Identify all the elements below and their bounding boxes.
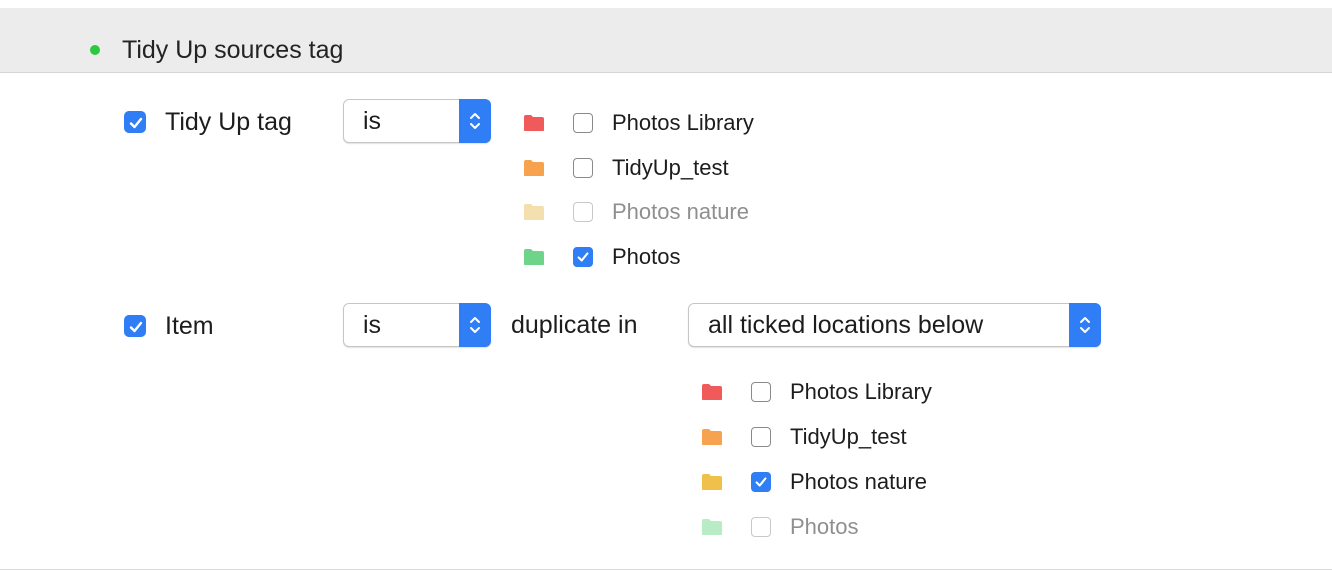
location-label: Photos Library <box>612 110 754 135</box>
location-label: TidyUp_test <box>612 154 729 180</box>
location-checkbox <box>573 202 593 222</box>
chevron-updown-icon <box>1080 317 1090 333</box>
rule1-checkbox[interactable] <box>124 111 146 133</box>
location-checkbox <box>751 517 771 537</box>
folder-icon <box>702 429 722 445</box>
rule2-scope-value: all ticked locations below <box>708 311 984 339</box>
rule1-operator-popup[interactable]: is <box>343 99 491 143</box>
location-checkbox[interactable] <box>573 246 593 267</box>
section-header: Tidy Up sources tag <box>0 8 1332 73</box>
location-label: Photos Library <box>790 379 932 404</box>
rule2-operator-value: is <box>363 311 382 339</box>
duplicate-in-label: duplicate in <box>511 311 638 339</box>
checkmark-icon <box>577 251 589 262</box>
folder-icon <box>702 474 722 490</box>
rule1-label: Tidy Up tag <box>165 108 292 136</box>
section-title: Tidy Up sources tag <box>122 36 344 64</box>
folder-icon <box>702 384 722 400</box>
location-label: Photos <box>790 514 859 539</box>
popup-stepper <box>459 303 491 347</box>
location-checkbox[interactable] <box>751 427 771 447</box>
folder-icon <box>524 159 544 176</box>
location-label: Photos nature <box>612 199 749 224</box>
popup-stepper <box>1069 303 1101 347</box>
rule2-scope-popup[interactable]: all ticked locations below <box>688 303 1101 347</box>
rule1-operator-value: is <box>363 107 382 135</box>
folder-icon <box>702 519 722 535</box>
folder-icon <box>524 115 544 131</box>
location-checkbox[interactable] <box>751 472 771 492</box>
rule2-checkbox[interactable] <box>124 315 146 337</box>
checkmark-icon <box>755 477 767 487</box>
location-label: Photos <box>612 243 681 269</box>
checkmark-icon <box>129 117 143 129</box>
folder-icon <box>524 248 544 265</box>
checkmark-icon <box>129 321 143 333</box>
location-checkbox[interactable] <box>751 382 771 402</box>
rule2-operator-popup[interactable]: is <box>343 303 491 347</box>
folder-icon <box>524 204 544 220</box>
location-label: TidyUp_test <box>790 424 907 449</box>
chevron-updown-icon <box>470 317 480 333</box>
status-dot <box>90 45 100 55</box>
rule2-label: Item <box>165 312 214 340</box>
location-checkbox[interactable] <box>573 157 593 178</box>
popup-stepper <box>459 99 491 143</box>
location-checkbox[interactable] <box>573 113 593 133</box>
chevron-updown-icon <box>470 113 480 129</box>
location-label: Photos nature <box>790 469 927 494</box>
